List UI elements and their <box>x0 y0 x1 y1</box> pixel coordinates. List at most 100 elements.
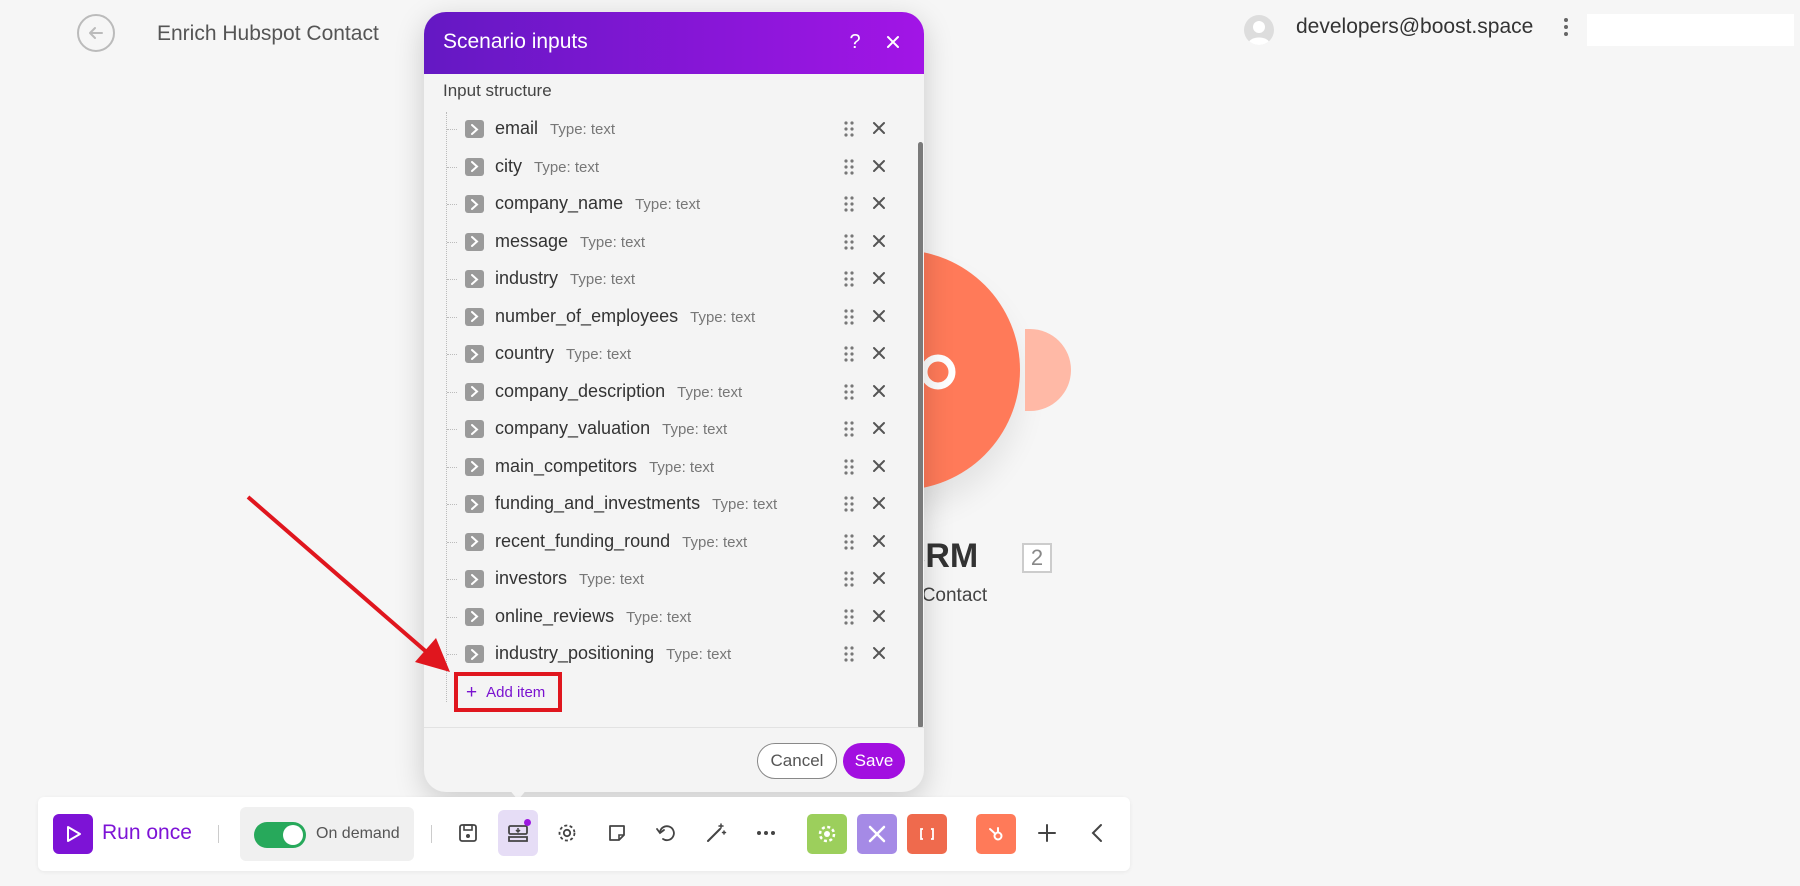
close-button[interactable] <box>880 28 906 56</box>
field-row[interactable]: company_description Type: text <box>424 374 894 411</box>
drag-handle[interactable] <box>844 121 858 137</box>
help-button[interactable]: ? <box>842 28 868 56</box>
field-type: Type: text <box>682 533 748 551</box>
remove-field-button[interactable] <box>872 496 888 512</box>
remove-field-button[interactable] <box>872 646 888 662</box>
field-type: Type: text <box>690 308 756 326</box>
tree-branch <box>447 241 457 243</box>
app-tile-tools[interactable] <box>857 814 897 854</box>
expand-button[interactable] <box>465 532 484 551</box>
expand-button[interactable] <box>465 570 484 588</box>
expand-button[interactable] <box>465 307 484 326</box>
add-module-button[interactable] <box>1034 820 1060 846</box>
remove-field-button[interactable] <box>872 384 888 400</box>
magic-wand-icon <box>707 823 727 842</box>
collapse-toolbar-button[interactable] <box>1084 820 1110 846</box>
remove-field-button[interactable] <box>872 271 888 287</box>
remove-field-button[interactable] <box>872 421 888 437</box>
field-type: Type: text <box>677 383 743 401</box>
expand-button[interactable] <box>465 345 484 363</box>
drag-handle[interactable] <box>844 383 858 400</box>
field-name: investors <box>495 568 568 588</box>
drag-handle[interactable] <box>844 458 858 475</box>
app-tile-hubspot[interactable] <box>976 814 1016 854</box>
drag-handle[interactable] <box>844 196 858 212</box>
expand-button[interactable] <box>465 420 484 438</box>
field-row[interactable]: city Type: text <box>424 149 894 186</box>
drag-handle[interactable] <box>844 496 858 512</box>
remove-field-button[interactable] <box>872 346 888 362</box>
remove-field-button[interactable] <box>872 159 888 175</box>
field-row[interactable]: investors Type: text <box>424 561 894 598</box>
schedule-label[interactable]: On demand <box>316 825 400 843</box>
expand-button[interactable] <box>465 195 484 213</box>
notes-button[interactable] <box>604 820 630 846</box>
more-options-button[interactable] <box>753 820 779 846</box>
drag-handle[interactable] <box>844 571 858 587</box>
expand-button[interactable] <box>465 457 484 476</box>
remove-field-button[interactable] <box>872 234 888 250</box>
remove-field-button[interactable] <box>872 609 888 625</box>
drag-handle[interactable] <box>844 233 858 250</box>
remove-field-button[interactable] <box>872 121 888 137</box>
drag-handle[interactable] <box>844 346 858 362</box>
remove-field-button[interactable] <box>872 459 888 475</box>
user-avatar[interactable] <box>1244 15 1274 45</box>
field-row[interactable]: message Type: text <box>424 224 894 261</box>
field-row[interactable]: online_reviews Type: text <box>424 599 894 636</box>
expand-button[interactable] <box>465 607 484 626</box>
field-row[interactable]: funding_and_investments Type: text <box>424 486 894 523</box>
auto-align-button[interactable] <box>703 820 729 846</box>
remove-field-button[interactable] <box>872 196 888 212</box>
remove-field-button[interactable] <box>872 534 888 550</box>
schedule-toggle[interactable] <box>254 822 306 848</box>
app-tile-brackets[interactable] <box>907 814 947 854</box>
drag-handle[interactable] <box>844 158 858 175</box>
notification-dot <box>524 819 531 826</box>
remove-field-button[interactable] <box>872 309 888 325</box>
save-scenario-button[interactable] <box>455 820 481 846</box>
app-tile-gear[interactable] <box>807 814 847 854</box>
expand-button[interactable] <box>465 382 484 401</box>
expand-button[interactable] <box>465 232 484 251</box>
field-row[interactable]: country Type: text <box>424 336 894 373</box>
settings-button[interactable] <box>554 820 580 846</box>
expand-button[interactable] <box>465 157 484 176</box>
module-connector-handle[interactable] <box>1025 329 1071 411</box>
save-button[interactable]: Save <box>843 743 905 779</box>
remove-field-button[interactable] <box>872 571 888 587</box>
chevron-right-icon <box>471 536 479 547</box>
drag-handle[interactable] <box>844 646 858 662</box>
expand-button[interactable] <box>465 495 484 513</box>
tree-branch <box>447 579 457 580</box>
field-row[interactable]: industry Type: text <box>424 261 894 298</box>
field-row[interactable]: industry_positioning Type: text <box>424 636 894 673</box>
scrollbar[interactable] <box>918 142 923 728</box>
tree-branch <box>447 541 457 543</box>
drag-handle[interactable] <box>844 271 858 287</box>
back-button[interactable] <box>77 14 115 52</box>
scenario-title[interactable]: Enrich Hubspot Contact <box>157 22 379 46</box>
chevron-right-icon <box>471 161 479 172</box>
tools-app-icon <box>868 825 886 843</box>
drag-handle[interactable] <box>844 421 858 437</box>
run-once-label[interactable]: Run once <box>102 821 192 845</box>
field-row[interactable]: main_competitors Type: text <box>424 449 894 486</box>
field-row[interactable]: email Type: text <box>424 111 894 148</box>
drag-handle[interactable] <box>844 533 858 550</box>
field-row[interactable]: recent_funding_round Type: text <box>424 524 894 561</box>
drag-handle[interactable] <box>844 308 858 325</box>
run-once-button[interactable] <box>53 814 93 854</box>
field-row[interactable]: company_name Type: text <box>424 186 894 223</box>
cancel-button[interactable]: Cancel <box>757 743 837 779</box>
more-menu-button[interactable] <box>1558 14 1574 40</box>
history-button[interactable] <box>653 820 679 846</box>
expand-button[interactable] <box>465 270 484 288</box>
add-item-button[interactable]: + Add item <box>454 672 562 712</box>
expand-button[interactable] <box>465 120 484 138</box>
field-row[interactable]: number_of_employees Type: text <box>424 299 894 336</box>
field-row[interactable]: company_valuation Type: text <box>424 411 894 448</box>
drag-handle[interactable] <box>844 608 858 625</box>
grip-icon <box>844 496 854 512</box>
expand-button[interactable] <box>465 645 484 663</box>
